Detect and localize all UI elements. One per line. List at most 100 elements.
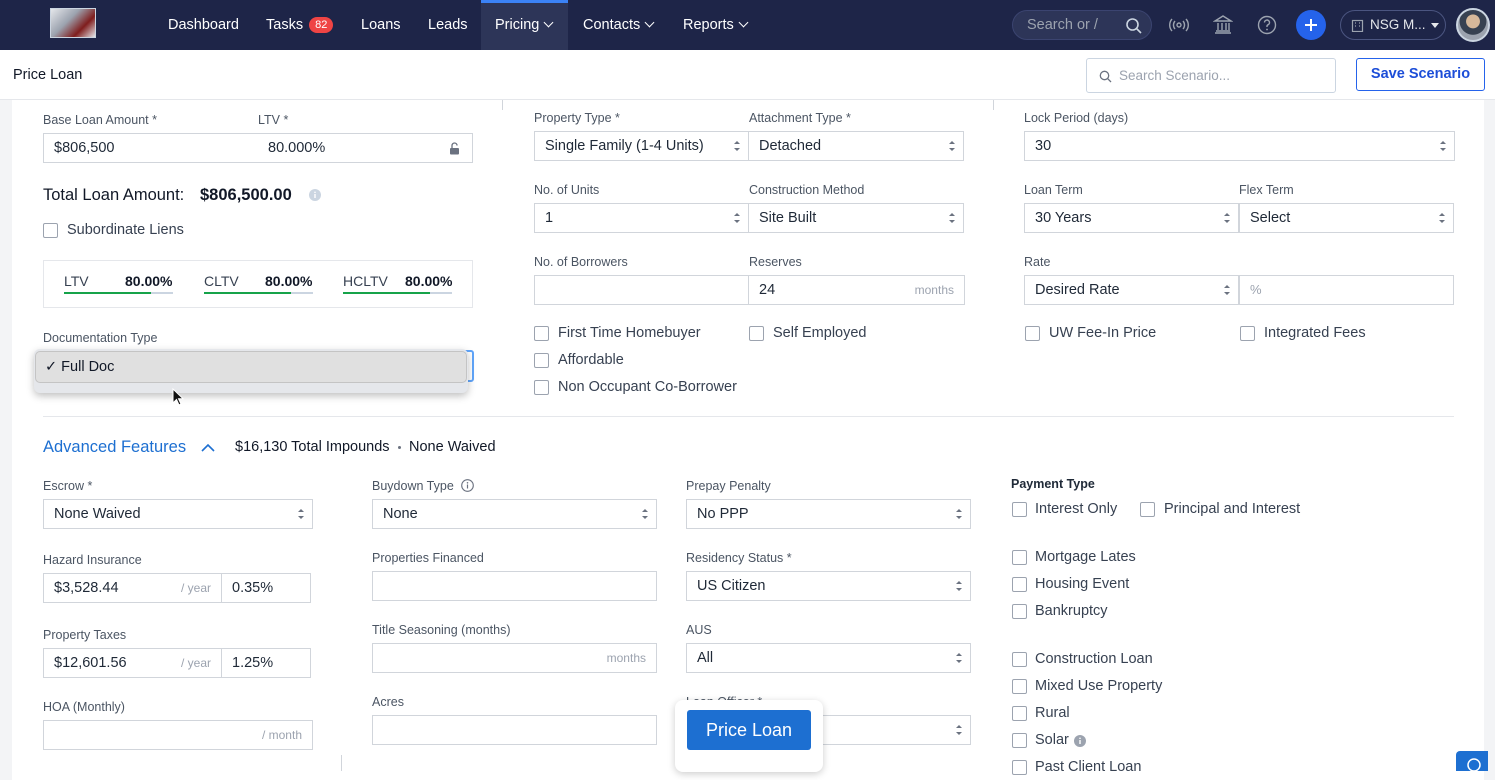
nav-reports[interactable]: Reports bbox=[683, 0, 749, 50]
lock-period-select[interactable]: 30 bbox=[1024, 131, 1455, 161]
page-title: Price Loan bbox=[13, 67, 83, 83]
residency-status-select[interactable]: US Citizen bbox=[686, 571, 971, 601]
solar-checkbox[interactable] bbox=[1012, 733, 1027, 748]
rate-mode-select[interactable]: Desired Rate bbox=[1024, 275, 1239, 305]
construction-loan-checkbox[interactable] bbox=[1012, 652, 1027, 667]
property-type-value: Single Family (1-4 Units) bbox=[545, 138, 704, 154]
nav-pricing[interactable]: Pricing bbox=[481, 0, 568, 50]
mixed-use-property-checkbox[interactable] bbox=[1012, 679, 1027, 694]
org-selector[interactable]: NSG M... bbox=[1340, 10, 1446, 40]
advanced-features-toggle[interactable]: Advanced Features bbox=[43, 438, 186, 457]
info-icon[interactable] bbox=[1074, 735, 1086, 747]
mortgage-lates-label: Mortgage Lates bbox=[1035, 549, 1136, 565]
aus-value: All bbox=[697, 650, 714, 666]
ltv-ratio-label: LTV bbox=[64, 273, 89, 289]
ltv-input[interactable]: 80.000% bbox=[258, 133, 473, 163]
interest-only-checkbox[interactable] bbox=[1012, 502, 1027, 517]
page-scrollbar[interactable] bbox=[1488, 100, 1495, 771]
select-arrows-icon bbox=[1224, 213, 1230, 223]
base-loan-amount-input[interactable]: $806,500 bbox=[43, 133, 259, 163]
lock-period-label: Lock Period (days) bbox=[1024, 111, 1129, 125]
hcltv-ratio-bar bbox=[343, 292, 452, 294]
affordable-checkbox[interactable] bbox=[534, 353, 549, 368]
bankruptcy-checkbox[interactable] bbox=[1012, 604, 1027, 619]
escrow-select[interactable]: None Waived bbox=[43, 499, 313, 529]
scenario-search-input[interactable]: Search Scenario... bbox=[1086, 58, 1336, 93]
first-time-homebuyer-checkbox[interactable] bbox=[534, 326, 549, 341]
chat-icon bbox=[1467, 758, 1481, 771]
tasks-count-badge: 82 bbox=[309, 17, 334, 33]
nav-contacts[interactable]: Contacts bbox=[583, 0, 655, 50]
past-client-loan-checkbox[interactable] bbox=[1012, 760, 1027, 775]
buydown-type-select[interactable]: None bbox=[372, 499, 657, 529]
acres-label: Acres bbox=[372, 695, 404, 709]
residency-status-value: US Citizen bbox=[697, 578, 766, 594]
hazard-insurance-label: Hazard Insurance bbox=[43, 553, 142, 567]
integrated-fees-checkbox[interactable] bbox=[1240, 326, 1255, 341]
attachment-type-select[interactable]: Detached bbox=[748, 131, 964, 161]
affordable-label: Affordable bbox=[558, 352, 624, 368]
buydown-type-value: None bbox=[383, 506, 418, 522]
bank-icon[interactable] bbox=[1213, 15, 1233, 34]
dropdown-option-full-doc[interactable]: ✓ Full Doc bbox=[35, 351, 467, 383]
loan-term-select[interactable]: 30 Years bbox=[1024, 203, 1239, 233]
lock-period-value: 30 bbox=[1035, 138, 1052, 154]
documentation-type-dropdown: ✓ Full Doc bbox=[34, 349, 468, 393]
per-year-unit: / year bbox=[180, 581, 211, 595]
prepay-penalty-select[interactable]: No PPP bbox=[686, 499, 971, 529]
broadcast-icon[interactable] bbox=[1169, 16, 1189, 34]
avatar[interactable] bbox=[1456, 8, 1490, 42]
price-loan-button[interactable]: Price Loan bbox=[687, 710, 811, 750]
reserves-input[interactable]: 24 months bbox=[748, 275, 965, 305]
residency-status-label: Residency Status * bbox=[686, 551, 792, 565]
nav-label: Contacts bbox=[583, 17, 641, 33]
global-search-input[interactable]: Search or / bbox=[1012, 10, 1152, 40]
units-value: 1 bbox=[545, 210, 554, 226]
property-taxes-percent-input[interactable]: 1.25% bbox=[221, 648, 311, 678]
unlock-icon[interactable] bbox=[449, 142, 460, 155]
chat-widget-button[interactable] bbox=[1456, 751, 1492, 771]
construction-method-select[interactable]: Site Built bbox=[748, 203, 964, 233]
aus-select[interactable]: All bbox=[686, 643, 971, 673]
help-icon[interactable] bbox=[1257, 15, 1277, 35]
property-type-select[interactable]: Single Family (1-4 Units) bbox=[534, 131, 749, 161]
acres-input[interactable] bbox=[372, 715, 657, 745]
properties-financed-input[interactable] bbox=[372, 571, 657, 601]
borrowers-input[interactable] bbox=[534, 275, 749, 305]
aus-label: AUS bbox=[686, 623, 712, 637]
rate-input[interactable]: % bbox=[1239, 275, 1454, 305]
housing-event-checkbox[interactable] bbox=[1012, 577, 1027, 592]
non-occupant-co-borrower-checkbox[interactable] bbox=[534, 380, 549, 395]
hoa-input[interactable]: / month bbox=[43, 720, 313, 750]
hazard-insurance-amount-input[interactable]: $3,528.44 / year bbox=[43, 573, 222, 603]
reserves-unit: months bbox=[914, 283, 954, 297]
info-icon[interactable] bbox=[309, 189, 321, 201]
ratio-bar-fill bbox=[343, 292, 431, 294]
past-client-loan-label: Past Client Loan bbox=[1035, 759, 1142, 775]
column-divider bbox=[502, 100, 503, 110]
chevron-up-icon[interactable] bbox=[201, 443, 215, 452]
info-icon[interactable] bbox=[461, 479, 474, 492]
chevron-down-icon bbox=[543, 17, 554, 28]
units-select[interactable]: 1 bbox=[534, 203, 749, 233]
mortgage-lates-checkbox[interactable] bbox=[1012, 550, 1027, 565]
company-logo[interactable] bbox=[50, 8, 96, 38]
flex-term-select[interactable]: Select bbox=[1239, 203, 1454, 233]
nav-leads[interactable]: Leads bbox=[428, 0, 468, 50]
self-employed-checkbox[interactable] bbox=[749, 326, 764, 341]
nav-dashboard[interactable]: Dashboard bbox=[168, 0, 239, 50]
rural-checkbox[interactable] bbox=[1012, 706, 1027, 721]
uw-fee-in-price-checkbox[interactable] bbox=[1025, 326, 1040, 341]
rate-placeholder: % bbox=[1250, 282, 1262, 297]
subordinate-liens-checkbox[interactable] bbox=[43, 223, 58, 238]
principal-and-interest-checkbox[interactable] bbox=[1140, 502, 1155, 517]
title-seasoning-input[interactable]: months bbox=[372, 643, 657, 673]
add-new-button[interactable] bbox=[1296, 10, 1326, 40]
hcltv-ratio-label: HCLTV bbox=[343, 273, 388, 289]
nav-loans[interactable]: Loans bbox=[361, 0, 401, 50]
search-placeholder: Search or / bbox=[1027, 17, 1098, 33]
nav-tasks[interactable]: Tasks 82 bbox=[266, 0, 334, 50]
hazard-insurance-percent-input[interactable]: 0.35% bbox=[221, 573, 311, 603]
save-scenario-button[interactable]: Save Scenario bbox=[1356, 58, 1485, 91]
property-taxes-amount-input[interactable]: $12,601.56 / year bbox=[43, 648, 222, 678]
